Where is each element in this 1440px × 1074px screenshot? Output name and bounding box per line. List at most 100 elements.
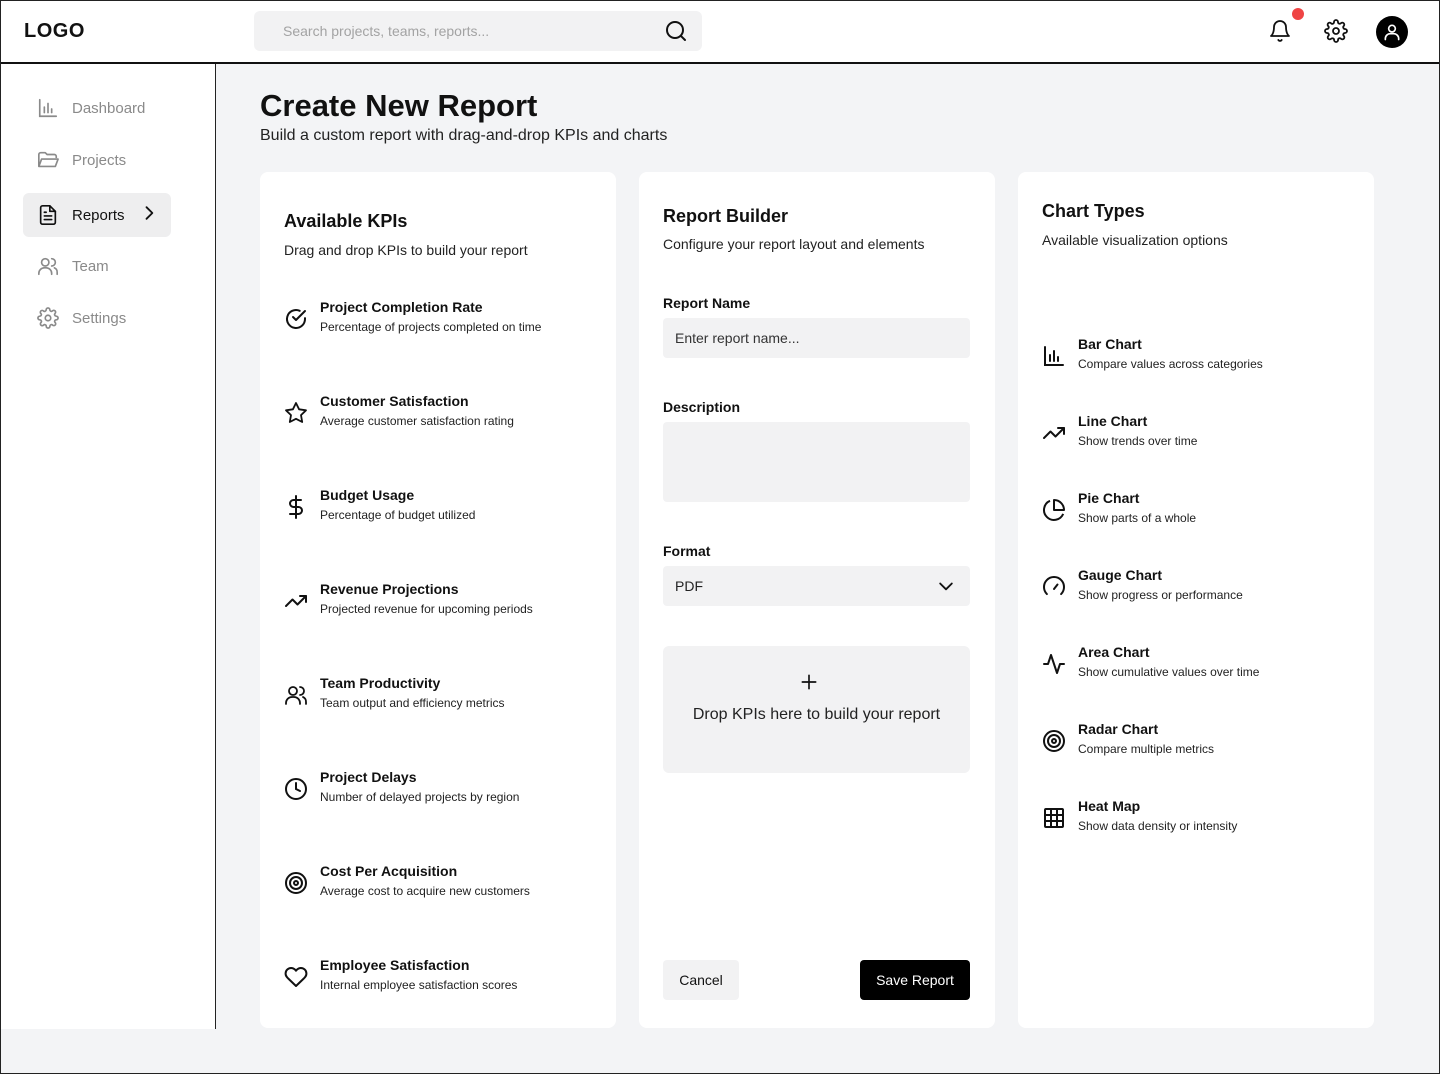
panel-title: Chart Types — [1042, 201, 1145, 221]
kpi-description: Team output and efficiency metrics — [320, 696, 505, 710]
page-title: Create New Report — [260, 88, 538, 123]
chart-type-radar[interactable]: Radar Chart Compare multiple metrics — [1042, 721, 1362, 765]
save-report-button[interactable]: Save Report — [860, 960, 970, 1000]
chart-type-title: Area Chart — [1078, 644, 1150, 660]
kpi-item-revenue-projections[interactable]: Revenue Projections Projected revenue fo… — [284, 581, 604, 625]
available-kpis-panel: Available KPIs Drag and drop KPIs to bui… — [260, 172, 616, 1028]
dropzone-text: Drop KPIs here to build your report — [692, 706, 941, 723]
sidebar-item-team[interactable]: Team — [23, 244, 171, 288]
activity-icon — [1042, 652, 1066, 676]
chart-type-description: Show trends over time — [1078, 434, 1198, 448]
kpi-item-team-productivity[interactable]: Team Productivity Team output and effici… — [284, 675, 604, 719]
chart-type-title: Gauge Chart — [1078, 567, 1163, 583]
sidebar-item-settings[interactable]: Settings — [23, 296, 171, 340]
chart-types-panel: Chart Types Available visualization opti… — [1018, 172, 1374, 1028]
chart-type-description: Show cumulative values over time — [1078, 665, 1260, 679]
kpi-item-customer-satisfaction[interactable]: Customer Satisfaction Average customer s… — [284, 393, 604, 437]
chevron-right-icon — [139, 203, 159, 223]
kpi-title: Customer Satisfaction — [320, 393, 469, 409]
search-bar[interactable] — [254, 11, 702, 51]
chart-type-title: Line Chart — [1078, 413, 1148, 429]
kpi-title: Team Productivity — [320, 675, 441, 691]
kpi-title: Employee Satisfaction — [320, 957, 470, 973]
panel-title: Report Builder — [663, 206, 789, 226]
document-icon — [36, 203, 60, 227]
chart-type-title: Radar Chart — [1078, 721, 1159, 737]
report-name-label: Report Name — [663, 295, 751, 311]
chart-type-heat-map[interactable]: Heat Map Show data density or intensity — [1042, 798, 1362, 842]
bar-chart-icon — [1042, 344, 1066, 368]
top-bar: LOGO — [0, 0, 1440, 64]
report-name-input[interactable] — [663, 318, 970, 358]
bar-chart-icon — [36, 96, 60, 120]
kpi-description: Average cost to acquire new customers — [320, 884, 530, 898]
check-circle-icon — [284, 307, 308, 331]
kpi-description: Internal employee satisfaction scores — [320, 978, 518, 992]
users-icon — [284, 683, 308, 707]
kpi-item-budget-usage[interactable]: Budget Usage Percentage of budget utiliz… — [284, 487, 604, 531]
chart-type-description: Compare multiple metrics — [1078, 742, 1215, 756]
chart-type-gauge[interactable]: Gauge Chart Show progress or performance — [1042, 567, 1362, 611]
kpi-title: Project Completion Rate — [320, 299, 483, 315]
pie-chart-icon — [1042, 498, 1066, 522]
cancel-button[interactable]: Cancel — [663, 960, 739, 1000]
kpi-item-cost-per-acquisition[interactable]: Cost Per Acquisition Average cost to acq… — [284, 863, 604, 907]
kpi-item-project-delays[interactable]: Project Delays Number of delayed project… — [284, 769, 604, 813]
user-avatar[interactable] — [1376, 16, 1408, 48]
chart-type-area[interactable]: Area Chart Show cumulative values over t… — [1042, 644, 1362, 688]
trending-up-icon — [284, 589, 308, 613]
panel-subtitle: Configure your report layout and element… — [663, 236, 925, 252]
kpi-title: Budget Usage — [320, 487, 415, 503]
chart-type-title: Bar Chart — [1078, 336, 1142, 352]
sidebar-item-dashboard[interactable]: Dashboard — [23, 86, 171, 130]
heart-icon — [284, 965, 308, 989]
kpi-description: Percentage of projects completed on time — [320, 320, 542, 334]
gear-icon — [36, 306, 60, 330]
sidebar-item-label: Dashboard — [72, 99, 146, 117]
kpi-dropzone[interactable]: Drop KPIs here to build your report — [663, 646, 970, 773]
plus-icon — [799, 672, 819, 692]
chart-type-bar[interactable]: Bar Chart Compare values across categori… — [1042, 336, 1362, 380]
kpi-title: Cost Per Acquisition — [320, 863, 458, 879]
search-input[interactable] — [254, 11, 654, 51]
search-icon[interactable] — [664, 19, 688, 43]
chart-type-title: Pie Chart — [1078, 490, 1140, 506]
trending-up-icon — [1042, 421, 1066, 445]
chart-type-description: Show progress or performance — [1078, 588, 1243, 602]
report-builder-panel: Report Builder Configure your report lay… — [639, 172, 995, 1028]
page-subtitle: Build a custom report with drag-and-drop… — [260, 127, 668, 144]
format-label: Format — [663, 543, 711, 559]
kpi-description: Projected revenue for upcoming periods — [320, 602, 533, 616]
description-textarea[interactable] — [663, 422, 970, 502]
target-icon — [1042, 729, 1066, 753]
gear-icon[interactable] — [1321, 16, 1351, 46]
description-label: Description — [663, 399, 741, 415]
chart-type-line[interactable]: Line Chart Show trends over time — [1042, 413, 1362, 457]
clock-icon — [284, 777, 308, 801]
kpi-title: Revenue Projections — [320, 581, 459, 597]
sidebar: Dashboard Projects Reports Team Settings — [0, 64, 216, 1029]
kpi-item-employee-satisfaction[interactable]: Employee Satisfaction Internal employee … — [284, 957, 604, 1001]
bell-icon[interactable] — [1265, 16, 1295, 46]
sidebar-item-projects[interactable]: Projects — [23, 138, 171, 182]
kpi-item-project-completion-rate[interactable]: Project Completion Rate Percentage of pr… — [284, 299, 604, 343]
format-select[interactable]: PDF — [663, 566, 970, 606]
kpi-description: Percentage of budget utilized — [320, 508, 476, 522]
chart-type-description: Show data density or intensity — [1078, 819, 1238, 833]
kpi-description: Average customer satisfaction rating — [320, 414, 514, 428]
grid-icon — [1042, 806, 1066, 830]
dollar-icon — [284, 495, 308, 519]
sidebar-item-label: Reports — [72, 206, 125, 224]
star-icon — [284, 401, 308, 425]
format-selected-value: PDF — [675, 578, 703, 594]
chart-type-description: Compare values across categories — [1078, 357, 1263, 371]
sidebar-item-label: Projects — [72, 151, 127, 169]
user-icon — [1384, 24, 1400, 41]
sidebar-item-reports[interactable]: Reports — [23, 193, 171, 237]
notification-badge — [1292, 8, 1304, 20]
chart-type-pie[interactable]: Pie Chart Show parts of a whole — [1042, 490, 1362, 534]
panel-subtitle: Available visualization options — [1042, 232, 1228, 248]
target-icon — [284, 871, 308, 895]
sidebar-item-label: Settings — [72, 309, 127, 327]
logo[interactable]: LOGO — [24, 20, 85, 43]
